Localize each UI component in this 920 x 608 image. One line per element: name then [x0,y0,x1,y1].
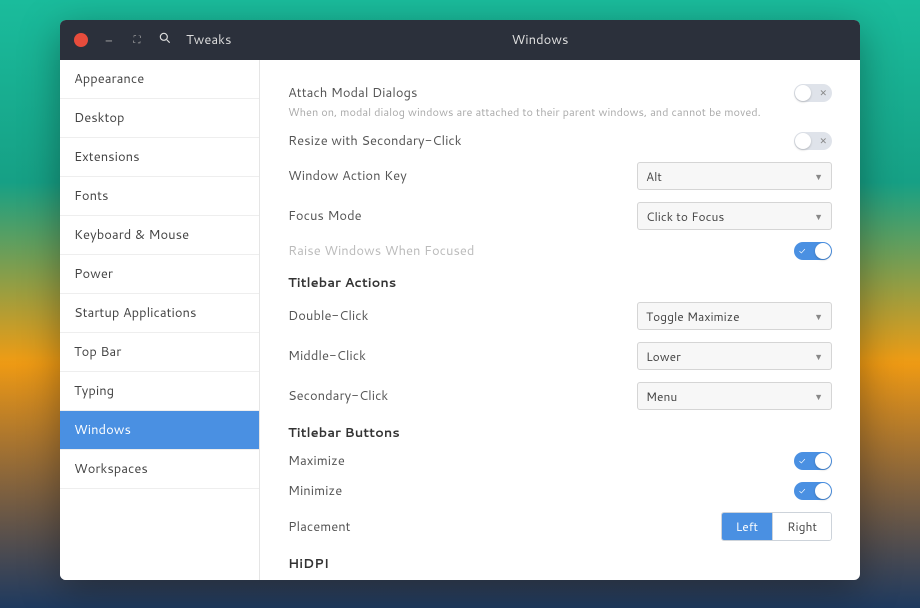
focus-mode-value: Click to Focus [646,208,724,225]
sidebar-item-fonts[interactable]: Fonts [60,177,259,216]
content: Attach Modal Dialogs When on, modal dial… [260,60,860,580]
minimize-label: Minimize [288,482,794,500]
focus-mode-dropdown[interactable]: Click to Focus ▼ [637,202,832,230]
middle-click-value: Lower [646,348,681,365]
caret-down-icon: ▼ [814,310,823,323]
resize-secondary-label: Resize with Secondary-Click [288,132,794,150]
caret-down-icon: ▼ [814,210,823,223]
secondary-click-value: Menu [646,388,677,405]
raise-focused-label: Raise Windows When Focused [288,242,794,260]
sidebar-item-typing[interactable]: Typing [60,372,259,411]
sidebar-item-desktop[interactable]: Desktop [60,99,259,138]
close-button[interactable] [74,33,88,47]
raise-focused-toggle[interactable] [794,242,832,260]
minimize-toggle[interactable] [794,482,832,500]
placement-left-button[interactable]: Left [722,513,772,540]
titlebar-actions-heading: Titlebar Actions [288,266,832,296]
titlebar-buttons-heading: Titlebar Buttons [288,416,832,446]
caret-down-icon: ▼ [814,170,823,183]
placement-label: Placement [288,518,721,536]
attach-modal-label: Attach Modal Dialogs [288,84,794,102]
sidebar: Appearance Desktop Extensions Fonts Keyb… [60,60,260,580]
maximize-toggle[interactable] [794,452,832,470]
maximize-button[interactable]: ⛶ [130,33,144,47]
sidebar-item-startup-applications[interactable]: Startup Applications [60,294,259,333]
minimize-button[interactable]: − [102,33,116,47]
attach-modal-toggle[interactable] [794,84,832,102]
sidebar-item-windows[interactable]: Windows [60,411,259,450]
search-icon[interactable] [158,31,172,50]
sidebar-item-power[interactable]: Power [60,255,259,294]
double-click-dropdown[interactable]: Toggle Maximize ▼ [637,302,832,330]
maximize-label: Maximize [288,452,794,470]
hidpi-heading: HiDPI [288,547,832,577]
secondary-click-dropdown[interactable]: Menu ▼ [637,382,832,410]
placement-right-button[interactable]: Right [772,513,831,540]
focus-mode-label: Focus Mode [288,207,637,225]
double-click-value: Toggle Maximize [646,308,740,325]
window-action-key-dropdown[interactable]: Alt ▼ [637,162,832,190]
double-click-label: Double-Click [288,307,637,325]
attach-modal-desc: When on, modal dialog windows are attach… [288,104,832,120]
titlebar: − ⛶ Tweaks Windows [60,20,860,60]
window-action-key-label: Window Action Key [288,167,637,185]
page-title: Windows [260,31,820,49]
sidebar-item-extensions[interactable]: Extensions [60,138,259,177]
app-name: Tweaks [186,31,231,49]
sidebar-item-workspaces[interactable]: Workspaces [60,450,259,489]
window-action-key-value: Alt [646,168,662,185]
middle-click-dropdown[interactable]: Lower ▼ [637,342,832,370]
sidebar-item-keyboard-mouse[interactable]: Keyboard & Mouse [60,216,259,255]
caret-down-icon: ▼ [814,390,823,403]
caret-down-icon: ▼ [814,350,823,363]
sidebar-item-appearance[interactable]: Appearance [60,60,259,99]
placement-segmented: Left Right [721,512,832,541]
secondary-click-label: Secondary-Click [288,387,637,405]
middle-click-label: Middle-Click [288,347,637,365]
resize-secondary-toggle[interactable] [794,132,832,150]
tweaks-window: − ⛶ Tweaks Windows Appearance Desktop Ex… [60,20,860,580]
sidebar-item-top-bar[interactable]: Top Bar [60,333,259,372]
